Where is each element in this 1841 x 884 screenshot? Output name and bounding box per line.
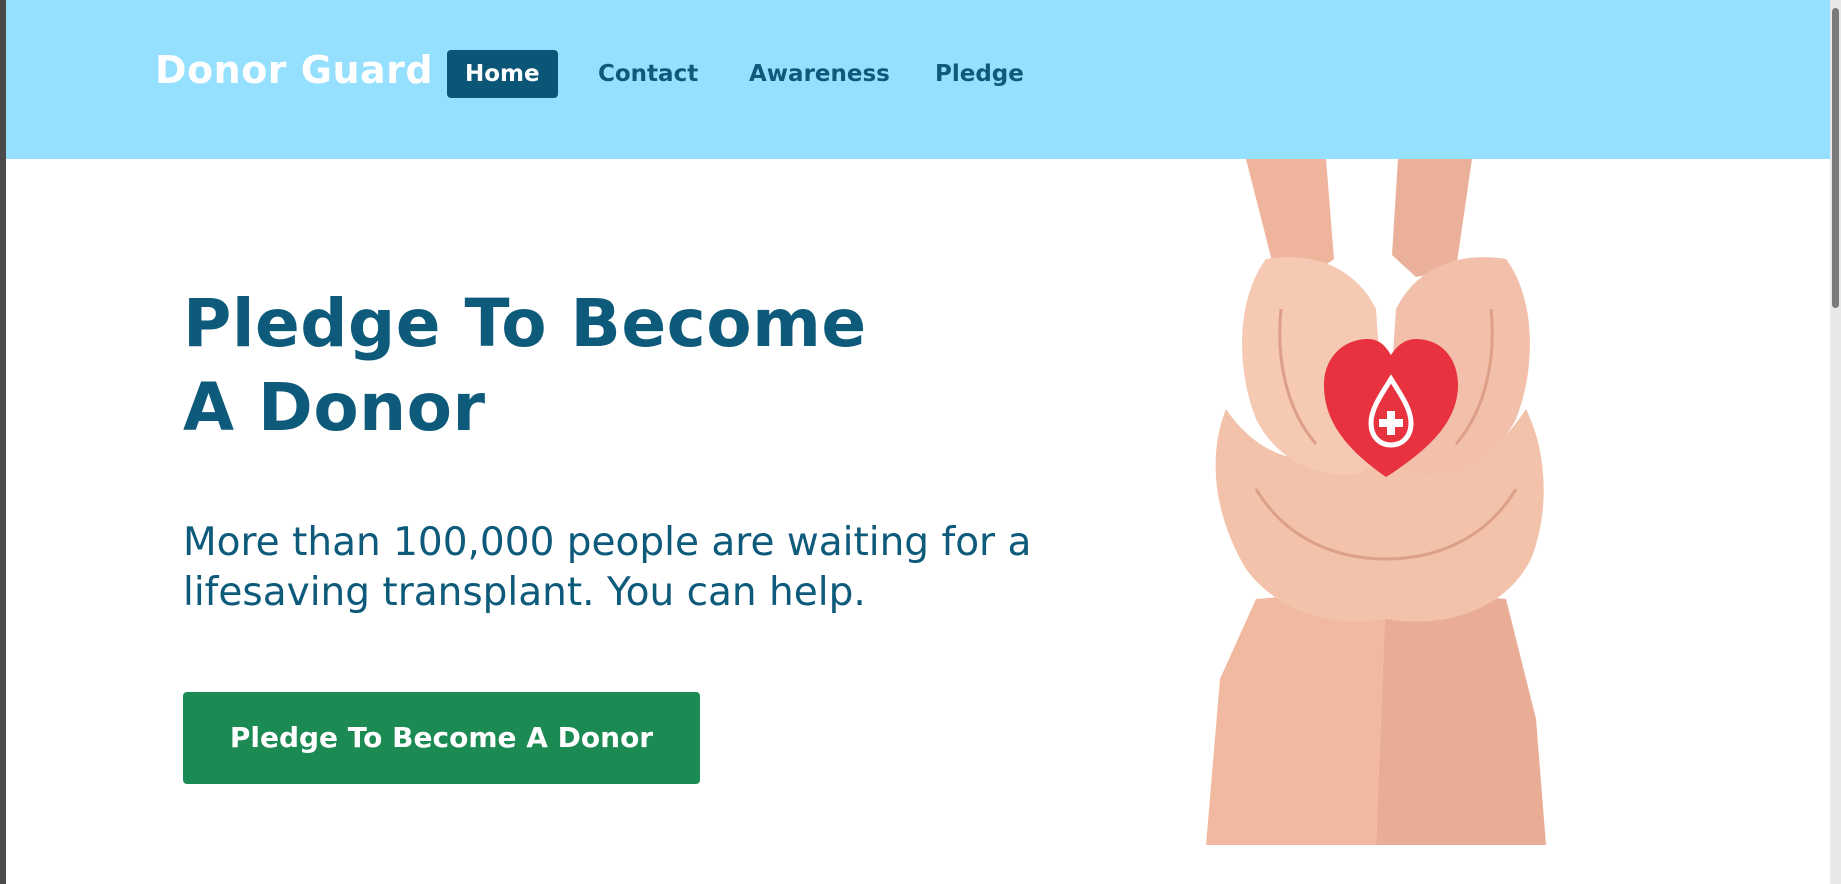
browser-viewport: Donor Guard Home Contact Awareness Pledg…: [6, 0, 1830, 884]
hero-title-line-2: A Donor: [183, 369, 486, 446]
page-scrollbar[interactable]: [1830, 0, 1841, 884]
hero-title-line-1: Pledge To Become: [183, 285, 867, 362]
hands-holding-heart-icon: [1206, 159, 1546, 845]
nav-link-contact[interactable]: Contact: [580, 50, 716, 98]
scrollbar-thumb[interactable]: [1832, 8, 1839, 308]
hero-subtitle: More than 100,000 people are waiting for…: [183, 520, 1032, 615]
nav-link-home[interactable]: Home: [447, 50, 558, 98]
nav-link-pledge[interactable]: Pledge: [917, 50, 1042, 98]
navbar: Donor Guard Home Contact Awareness Pledg…: [6, 0, 1830, 159]
pledge-cta-button[interactable]: Pledge To Become A Donor: [183, 692, 700, 784]
brand-logo[interactable]: Donor Guard: [155, 48, 433, 92]
nav-link-awareness[interactable]: Awareness: [731, 50, 908, 98]
hero-title: Pledge To Become A Donor: [183, 282, 867, 450]
